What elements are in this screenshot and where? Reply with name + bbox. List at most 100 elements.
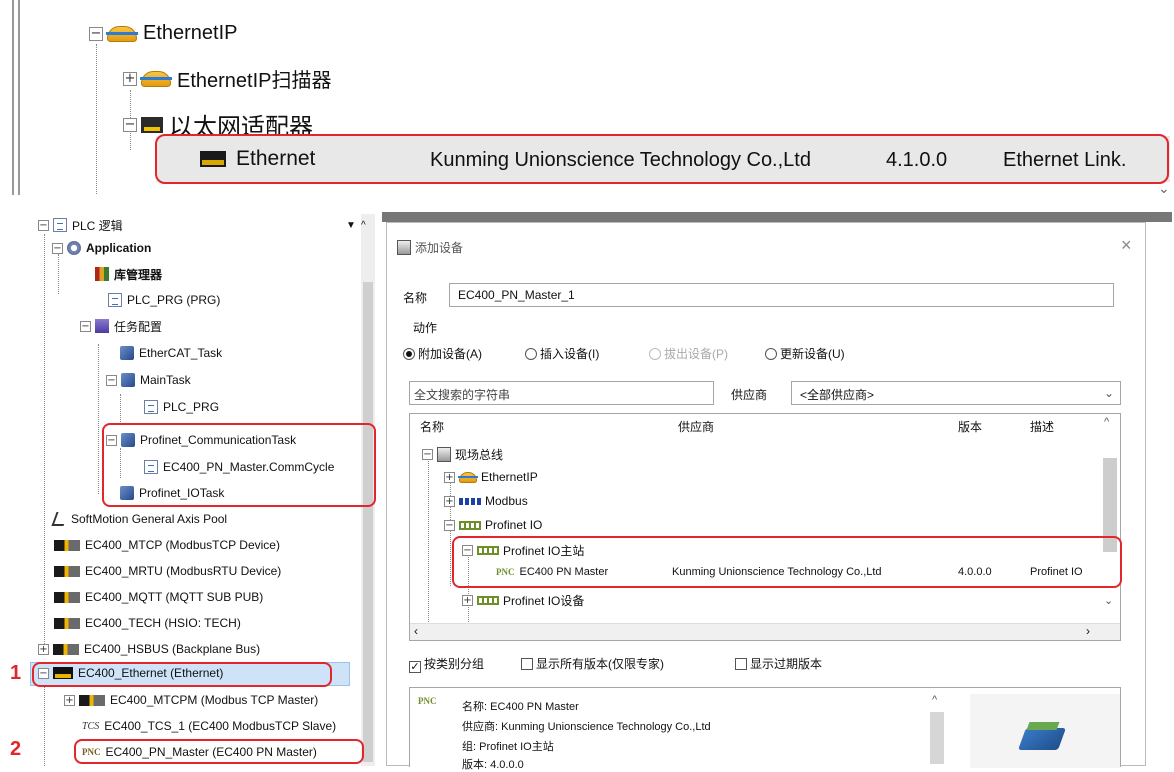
- adapter-icon: [141, 116, 163, 133]
- program-call-icon: [144, 400, 158, 414]
- tree-item-main-task-prg[interactable]: PLC_PRG: [144, 398, 219, 416]
- profinet-icon: [459, 520, 481, 530]
- tree-node-ethernetip[interactable]: + EthernetIP: [444, 470, 538, 484]
- add-device-dialog: 添加设备 × 名称 EC400_PN_Master_1 动作 附加设备(A) 插…: [386, 222, 1146, 771]
- tree-item-mtcp[interactable]: EC400_MTCP (ModbusTCP Device): [54, 536, 280, 554]
- tree-item-hsbus[interactable]: + EC400_HSBUS (Backplane Bus): [38, 640, 260, 658]
- column-header-vendor[interactable]: 供应商: [678, 418, 714, 435]
- tree-item-tech[interactable]: EC400_TECH (HSIO: TECH): [54, 614, 241, 632]
- radio-icon[interactable]: [525, 348, 537, 360]
- expand-icon[interactable]: +: [64, 694, 75, 706]
- column-header-description[interactable]: 描述: [1030, 418, 1054, 435]
- scroll-up-icon[interactable]: ^: [932, 694, 937, 706]
- tree-node-profinet-device[interactable]: + Profinet IO设备: [462, 592, 584, 609]
- radio-append-device[interactable]: 附加设备(A): [403, 345, 482, 362]
- tcs-icon: TCS: [82, 720, 100, 732]
- expand-icon[interactable]: +: [444, 471, 455, 483]
- tree-item-mqtt[interactable]: EC400_MQTT (MQTT SUB PUB): [54, 588, 263, 606]
- expand-icon[interactable]: +: [38, 643, 49, 655]
- scrollbar-thumb[interactable]: [930, 712, 944, 764]
- task-icon: [121, 373, 135, 387]
- tree-node-fieldbus[interactable]: − 现场总线: [422, 446, 503, 463]
- collapse-icon[interactable]: −: [422, 449, 433, 460]
- mqtt-device-icon: [54, 591, 80, 603]
- collapse-icon[interactable]: −: [52, 242, 63, 254]
- expand-icon[interactable]: +: [444, 495, 455, 507]
- project-tree: ▼ ^ − PLC 逻辑 − Application 库管理器 PLC_PRG …: [30, 214, 376, 766]
- program-icon: [108, 293, 122, 307]
- checkbox-icon[interactable]: [521, 658, 533, 670]
- collapse-icon[interactable]: −: [106, 374, 117, 386]
- info-vendor: 供应商: Kunming Unionscience Technology Co.…: [462, 721, 711, 733]
- plc-logic-icon: [53, 218, 67, 232]
- expand-icon[interactable]: +: [123, 71, 137, 86]
- collapse-icon[interactable]: −: [444, 519, 455, 531]
- modbus-master-icon: [79, 694, 105, 706]
- tree-node-ethernetip[interactable]: − EthernetIP: [89, 22, 238, 45]
- search-input[interactable]: 全文搜索的字符串: [409, 381, 714, 405]
- tree-item-mrtu[interactable]: EC400_MRTU (ModbusRTU Device): [54, 562, 281, 580]
- chevron-down-icon: ⌄: [1158, 180, 1170, 196]
- device-tree-top: − EthernetIP + EthernetIP扫描器 − 以太网适配器 Et…: [0, 0, 1174, 200]
- backplane-bus-icon: [53, 643, 79, 655]
- fieldbus-icon: [437, 447, 451, 462]
- tree-item-ethercat-task[interactable]: EtherCAT_Task: [120, 344, 222, 362]
- device-info-panel: PNC 名称: EC400 PN Master 供应商: Kunming Uni…: [409, 687, 1121, 771]
- radio-unplug-device: 拔出设备(P): [649, 345, 728, 362]
- collapse-icon[interactable]: −: [123, 117, 137, 132]
- tree-item-application[interactable]: − Application: [52, 239, 151, 257]
- scroll-down-icon[interactable]: ⌄: [1104, 594, 1113, 607]
- tree-node-modbus[interactable]: + Modbus: [444, 494, 528, 508]
- tree-item-plc-logic[interactable]: − PLC 逻辑: [38, 216, 123, 234]
- scroll-right-icon[interactable]: ›: [1086, 624, 1090, 638]
- scroll-up-icon[interactable]: ^: [1104, 416, 1109, 428]
- radio-icon[interactable]: [765, 348, 777, 360]
- vendor-label: 供应商: [731, 388, 768, 402]
- add-device-icon: [397, 240, 411, 255]
- device-module-icon: [1017, 728, 1067, 750]
- collapse-icon[interactable]: −: [38, 219, 49, 231]
- modbus-device-icon: [54, 565, 80, 577]
- tree-node-ethernetip-scanner[interactable]: + EthernetIP扫描器: [123, 64, 332, 93]
- modbus-device-icon: [54, 539, 80, 551]
- radio-insert-device[interactable]: 插入设备(I): [525, 345, 599, 362]
- checkbox-icon[interactable]: [735, 658, 747, 670]
- horizontal-scrollbar[interactable]: ‹ ›: [410, 623, 1120, 640]
- dropdown-arrow-icon[interactable]: ▼: [346, 220, 356, 231]
- name-label: 名称: [403, 291, 428, 305]
- checkbox-group-by-category[interactable]: ✓ 按类别分组: [409, 655, 484, 673]
- close-icon[interactable]: ×: [1121, 235, 1132, 256]
- column-header-name[interactable]: 名称: [420, 418, 444, 435]
- tree-item-library-manager[interactable]: 库管理器: [95, 265, 162, 283]
- scroll-up-icon[interactable]: ^: [361, 220, 366, 231]
- collapse-icon[interactable]: −: [80, 320, 91, 332]
- tree-item-tcs[interactable]: TCS EC400_TCS_1 (EC400 ModbusTCP Slave): [82, 717, 336, 735]
- tree-item-main-task[interactable]: − MainTask: [106, 371, 191, 389]
- tree-node-profinet-io[interactable]: − Profinet IO: [444, 518, 542, 532]
- profinet-icon: [477, 596, 499, 605]
- info-version: 版本: 4.0.0.0: [462, 759, 524, 771]
- scrollbar-thumb[interactable]: [363, 282, 373, 762]
- collapse-icon[interactable]: −: [89, 26, 103, 41]
- expand-icon[interactable]: +: [462, 595, 473, 606]
- column-header-version[interactable]: 版本: [958, 418, 982, 435]
- ethernetip-icon: [140, 70, 172, 87]
- tree-item-task-config[interactable]: − 任务配置: [80, 317, 162, 335]
- scroll-left-icon[interactable]: ‹: [414, 624, 418, 638]
- radio-icon: [649, 348, 661, 360]
- ethernetip-icon: [458, 471, 478, 483]
- device-name-input[interactable]: EC400_PN_Master_1: [449, 283, 1114, 307]
- checkbox-show-outdated[interactable]: 显示过期版本: [735, 655, 822, 672]
- checkbox-show-all-versions[interactable]: 显示所有版本(仅限专家): [521, 655, 664, 672]
- action-label: 动作: [413, 321, 438, 335]
- tree-item-plc-prg[interactable]: PLC_PRG (PRG): [108, 291, 220, 309]
- radio-update-device[interactable]: 更新设备(U): [765, 345, 845, 362]
- info-name: 名称: EC400 PN Master: [462, 701, 579, 713]
- tree-item-mtcpm[interactable]: + EC400_MTCPM (Modbus TCP Master): [64, 691, 318, 709]
- tree-item-softmotion[interactable]: SoftMotion General Axis Pool: [51, 510, 227, 528]
- checkbox-checked-icon[interactable]: ✓: [409, 661, 421, 673]
- vendor-select[interactable]: <全部供应商> ⌄: [791, 381, 1121, 405]
- info-group: 组: Profinet IO主站: [462, 741, 554, 753]
- task-config-icon: [95, 319, 109, 333]
- radio-icon[interactable]: [403, 348, 415, 360]
